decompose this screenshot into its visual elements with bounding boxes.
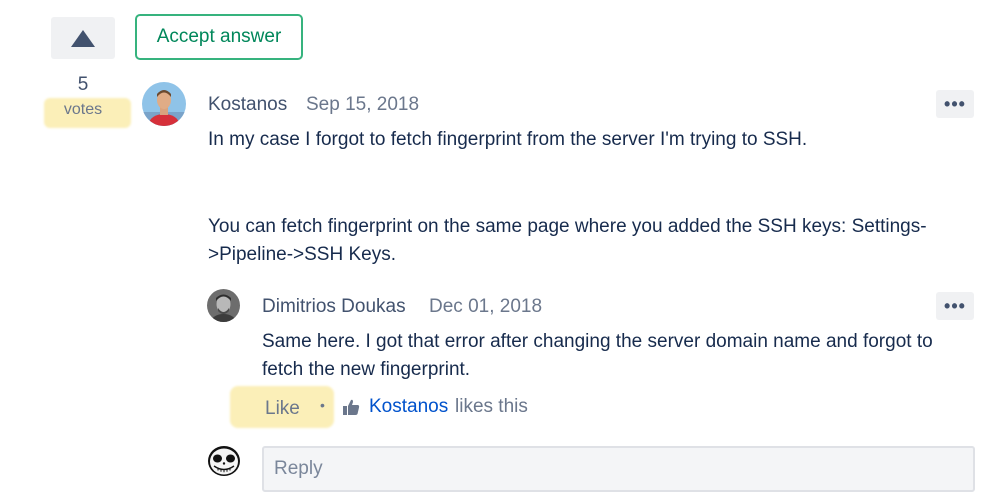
upvote-triangle-icon <box>71 29 95 47</box>
answer-paragraph-2-line-2: >Pipeline->SSH Keys. <box>208 244 396 265</box>
thumbs-up-icon <box>343 399 360 415</box>
comment-more-actions-button[interactable]: ••• <box>936 292 974 320</box>
answer-paragraph-2-line-1: You can fetch fingerprint on the same pa… <box>208 216 927 237</box>
current-user-avatar <box>207 445 241 477</box>
likes-this-text: likes this <box>455 396 528 417</box>
vote-count: 5 <box>77 74 89 95</box>
answer-author-avatar[interactable] <box>142 82 186 126</box>
comment-text-line-1: Same here. I got that error after changi… <box>262 331 933 352</box>
answer-more-actions-button[interactable]: ••• <box>936 90 974 118</box>
action-separator: • <box>320 397 325 413</box>
answer-paragraph-1: In my case I forgot to fetch fingerprint… <box>208 129 808 150</box>
upvote-button[interactable] <box>51 17 115 59</box>
liker-name-link[interactable]: Kostanos <box>369 396 448 418</box>
comment-author-avatar[interactable] <box>207 289 240 322</box>
like-button[interactable]: Like <box>265 398 300 420</box>
comment-author-name[interactable]: Dimitrios Doukas <box>262 296 406 318</box>
answer-author-name[interactable]: Kostanos <box>208 94 287 116</box>
accept-answer-button[interactable]: Accept answer <box>135 14 303 60</box>
answer-date[interactable]: Sep 15, 2018 <box>306 94 419 116</box>
reply-input[interactable] <box>262 446 975 492</box>
comment-date[interactable]: Dec 01, 2018 <box>429 296 542 318</box>
comment-text-line-2: fetch the new fingerprint. <box>262 359 471 380</box>
votes-label: votes <box>63 101 103 118</box>
